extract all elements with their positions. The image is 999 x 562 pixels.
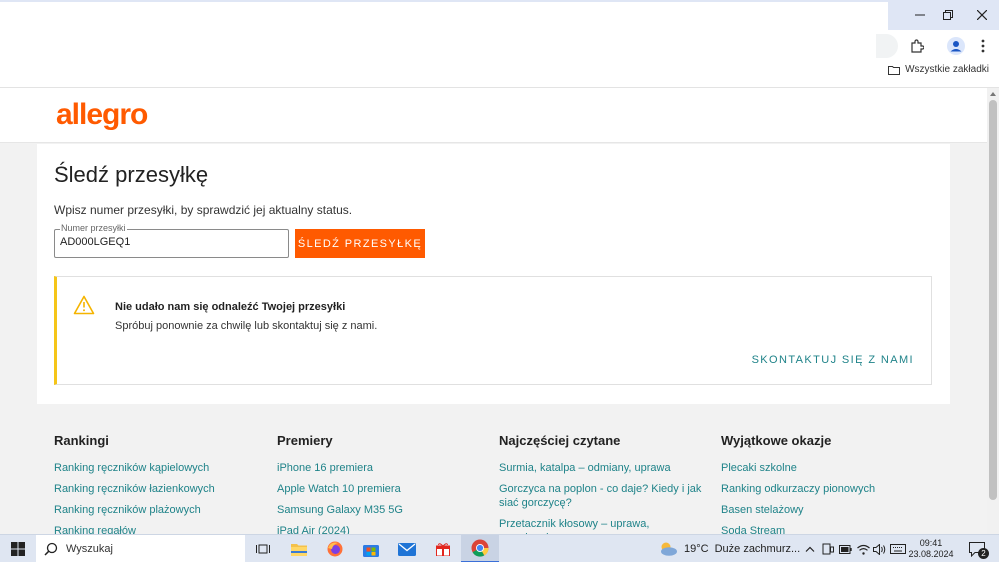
taskbar-search[interactable]: Wyszukaj [36,535,245,562]
kebab-menu-icon [981,39,985,53]
all-bookmarks[interactable]: Wszystkie zakładki [888,64,989,75]
folder-icon [291,544,307,556]
close-button[interactable] [968,4,996,26]
wifi-icon [856,544,870,555]
footer-column-title: Najczęściej czytane [499,433,621,448]
alert-title: Nie udało nam się odnaleźć Twojej przesy… [115,301,346,313]
battery-icon [838,544,852,554]
device-icon [822,543,834,555]
firefox-button[interactable] [324,535,346,562]
footer-link[interactable]: Samsung Galaxy M35 5G [277,503,487,517]
restore-icon [943,10,953,20]
tracking-number-label: Numer przesyłki [60,223,127,233]
taskbar-clock[interactable]: 09:41 23.08.2024 [906,538,956,560]
page-title: Śledź przesyłkę [54,162,209,187]
footer-link[interactable]: Ranking ręczników plażowych [54,503,264,517]
track-shipment-button[interactable]: ŚLEDŹ PRZESYŁKĘ [295,229,425,258]
footer-link[interactable]: Ranking ręczników kąpielowych [54,461,264,475]
chevron-up-icon [805,546,815,552]
scroll-up-icon[interactable] [990,92,996,96]
profile-button[interactable] [944,34,968,58]
folder-icon [888,65,901,75]
cloudy-weather-icon [661,542,677,556]
show-hidden-icons-button[interactable] [803,535,817,562]
footer-link[interactable]: Ranking ręczników łazienkowych [54,482,264,496]
footer-link[interactable]: Plecaki szkolne [721,461,931,475]
store-icon [363,544,379,557]
allegro-logo[interactable]: allegro [56,98,148,132]
footer-column-rankingi: Rankingi Ranking ręczników kąpielowych R… [54,433,264,545]
mail-button[interactable] [396,535,418,562]
extensions-button[interactable] [905,34,929,58]
firefox-icon [327,541,343,557]
clock-time: 09:41 [919,538,943,548]
tracking-card: Śledź przesyłkę Wpisz numer przesyłki, b… [37,144,950,404]
footer-link[interactable]: Basen stelażowy [721,503,931,517]
error-alert: Nie udało nam się odnaleźć Twojej przesy… [54,276,932,385]
address-bar-end[interactable] [876,34,898,58]
menu-button[interactable] [971,34,995,58]
page-subtitle: Wpisz numer przesyłki, by sprawdzić jej … [54,203,353,217]
store-button[interactable] [360,535,382,562]
clock-date: 23.08.2024 [908,549,954,559]
footer-link[interactable]: Surmia, katalpa – odmiany, uprawa [499,461,709,475]
search-icon [44,542,58,556]
speaker-icon [872,543,885,555]
site-header: allegro [0,88,987,143]
tracking-number-input[interactable] [60,236,280,248]
mail-icon [398,542,416,556]
chrome-icon [471,539,489,557]
gift-app-button[interactable] [432,535,454,562]
browser-toolbar [0,0,888,88]
start-button[interactable] [4,535,32,562]
network-button[interactable] [856,535,870,562]
contact-us-link[interactable]: SKONTAKTUJ SIĘ Z NAMI [752,354,914,366]
puzzle-icon [911,39,924,53]
file-explorer-button[interactable] [288,535,310,562]
footer-link[interactable]: iPhone 16 premiera [277,461,487,475]
page-scrollbar[interactable] [987,88,999,534]
close-icon [977,10,987,20]
footer-column-title: Wyjątkowe okazje [721,433,832,448]
weather-widget[interactable]: 19°C Duże zachmurz... [658,535,800,562]
footer-column-title: Premiery [277,433,333,448]
weather-temperature: 19°C [684,543,709,555]
alert-text: Spróbuj ponownie za chwilę lub skontaktu… [115,320,378,332]
keyboard-icon [890,544,906,554]
minimize-button[interactable] [906,4,934,26]
task-view-button[interactable] [252,535,274,562]
chrome-taskbar-button[interactable] [461,535,499,562]
tracking-number-field[interactable]: Numer przesyłki [54,223,289,258]
footer-column-title: Rankingi [54,433,109,448]
all-bookmarks-label: Wszystkie zakładki [905,64,989,75]
footer-link[interactable]: Ranking odkurzaczy pionowych [721,482,931,496]
footer-column-deals: Wyjątkowe okazje Plecaki szkolne Ranking… [721,433,931,545]
battery-button[interactable] [838,535,852,562]
gift-icon [436,543,450,556]
task-view-icon [256,544,270,554]
windows-taskbar: Wyszukaj 19°C Duże zachmurz... 09:41 23.… [0,534,999,562]
notifications-button[interactable]: 2 [966,535,989,562]
notification-count: 2 [978,548,989,559]
footer-link[interactable]: Gorczyca na poplon - co daje? Kiedy i ja… [499,482,709,510]
windows-logo-icon [11,542,25,556]
volume-button[interactable] [872,535,886,562]
browser-chrome: Wszystkie zakładki [0,0,999,88]
weather-description: Duże zachmurz... [714,543,801,555]
taskbar-search-placeholder: Wyszukaj [66,543,113,555]
profile-icon [947,37,965,55]
footer-link[interactable]: Apple Watch 10 premiera [277,482,487,496]
keyboard-button[interactable] [889,535,907,562]
footer-column-premiery: Premiery iPhone 16 premiera Apple Watch … [277,433,487,545]
restore-button[interactable] [934,4,962,26]
minimize-icon [915,14,925,16]
scrollbar-thumb[interactable] [989,100,997,500]
warning-icon [73,295,95,315]
meet-now-button[interactable] [821,535,835,562]
